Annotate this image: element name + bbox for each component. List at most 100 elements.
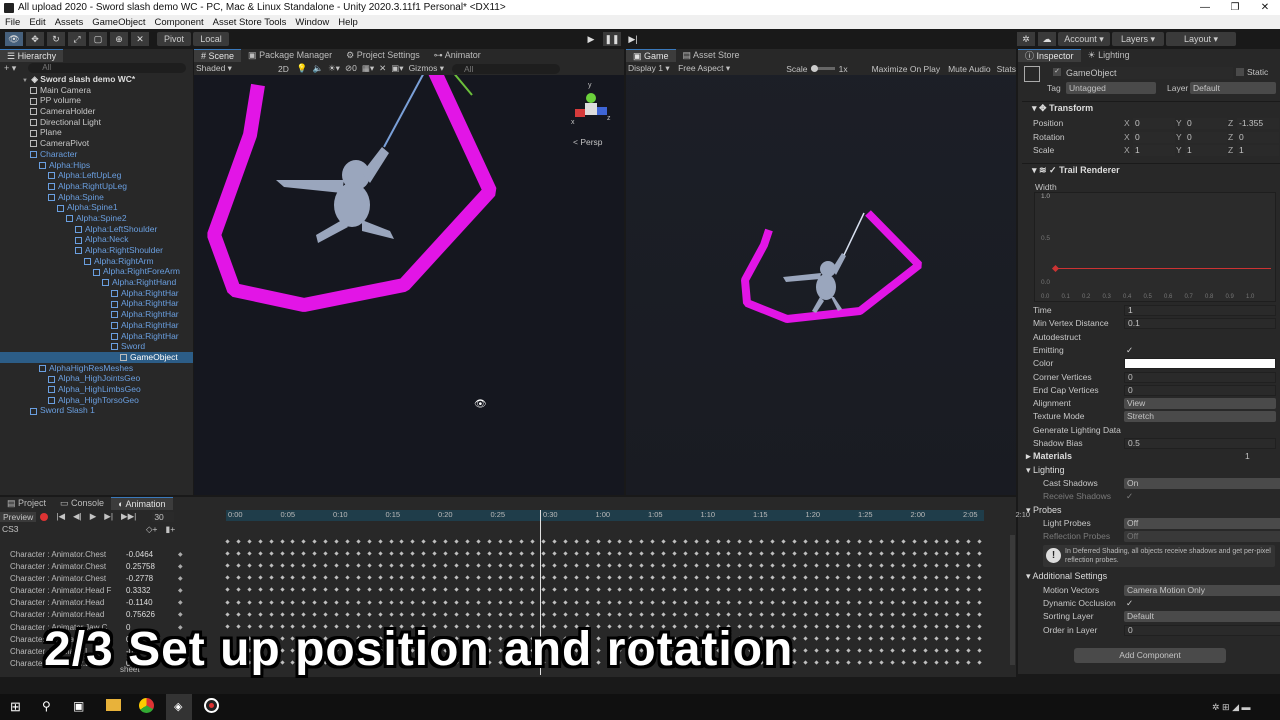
keyframe-marker[interactable] — [388, 587, 394, 593]
keyframe-marker[interactable] — [345, 551, 350, 556]
hierarchy-item[interactable]: Alpha:Spine — [0, 192, 193, 203]
reflection-probes-dropdown[interactable]: Off — [1124, 531, 1280, 542]
hierarchy-item[interactable]: Alpha:RightShoulder — [0, 245, 193, 256]
keyframe-marker[interactable] — [868, 624, 873, 629]
hierarchy-item[interactable]: Directional Light — [0, 117, 193, 128]
keyframe-marker[interactable] — [323, 611, 328, 617]
tab-console[interactable]: ▭ Console — [53, 497, 111, 510]
keyframe-marker[interactable] — [486, 599, 492, 605]
keyframe-marker[interactable] — [421, 611, 426, 617]
keyframe-marker[interactable] — [628, 539, 633, 544]
keyframe-marker[interactable] — [345, 611, 350, 617]
keyframe-marker[interactable] — [290, 599, 296, 605]
keyframe-marker[interactable] — [432, 539, 437, 544]
keyframe-marker[interactable] — [541, 551, 546, 556]
keyframe-marker[interactable] — [639, 551, 644, 556]
keyframe-marker[interactable] — [824, 624, 830, 629]
keyframe-marker[interactable] — [824, 660, 830, 665]
layers-dropdown[interactable]: Layers ▾ — [1112, 32, 1164, 46]
keyframe-marker[interactable] — [846, 575, 851, 580]
keyframe-marker[interactable] — [868, 575, 873, 580]
keyframe-marker[interactable] — [497, 587, 503, 593]
keyframe-marker[interactable] — [966, 563, 971, 568]
keyframe-marker[interactable] — [715, 587, 721, 593]
keyframe-marker[interactable] — [606, 611, 612, 617]
animation-property-row[interactable]: Character : Animator.Chest -0.2778 ◆ — [0, 573, 193, 585]
keyframe-marker[interactable] — [312, 563, 317, 568]
keyframe-marker[interactable] — [759, 575, 764, 580]
keyframe-marker[interactable] — [497, 551, 503, 556]
dynamic-occlusion-checkbox[interactable]: ✓ — [1126, 597, 1133, 610]
keyframe-marker[interactable] — [977, 636, 982, 641]
keyframe-marker[interactable] — [454, 551, 459, 556]
keyframe-marker[interactable] — [803, 648, 808, 653]
keyframe-marker[interactable] — [595, 599, 601, 605]
keyframe-marker[interactable] — [704, 599, 710, 605]
keyframe-marker[interactable] — [933, 587, 939, 593]
keyframe-marker[interactable] — [813, 587, 819, 593]
keyframe-marker[interactable] — [977, 551, 982, 556]
layer-dropdown[interactable]: Default — [1190, 82, 1276, 94]
keyframe-marker[interactable] — [367, 575, 372, 580]
keyframe-marker[interactable] — [301, 563, 306, 568]
keyframe-marker[interactable] — [410, 563, 415, 568]
keyframe-marker[interactable] — [334, 563, 339, 568]
additional-settings-header[interactable]: ▾ Additional Settings — [1022, 570, 1280, 583]
keyframe-marker[interactable] — [279, 599, 285, 605]
keyframe-marker[interactable] — [694, 587, 699, 593]
menu-asset-store-tools[interactable]: Asset Store Tools — [213, 17, 287, 28]
keyframe-marker[interactable] — [247, 575, 252, 580]
keyframe-marker[interactable] — [465, 551, 470, 556]
keyframe-marker[interactable] — [595, 575, 601, 580]
keyframe-marker[interactable] — [933, 660, 939, 665]
keyframe-marker[interactable] — [410, 575, 415, 580]
keyframe-marker[interactable] — [803, 660, 808, 665]
animation-property-value[interactable]: 0.3332 — [126, 585, 158, 597]
keyframe-marker[interactable] — [585, 539, 590, 544]
keyframe-marker[interactable] — [748, 539, 753, 544]
keyframe-marker[interactable] — [258, 611, 263, 617]
keyframe-marker[interactable] — [595, 539, 601, 544]
orientation-gizmo[interactable]: y z x — [569, 82, 615, 133]
gizmos-dropdown[interactable]: Gizmos ▾ — [409, 63, 444, 74]
animation-property-row[interactable]: Character : Animator.Head 0.75626 ◆ — [0, 609, 193, 621]
keyframe-marker[interactable] — [486, 563, 492, 568]
keyframe-marker[interactable] — [835, 551, 841, 556]
keyframe-marker[interactable] — [672, 539, 677, 544]
keyframe-marker[interactable] — [552, 575, 557, 580]
maximize-button[interactable]: ❐ — [1220, 0, 1250, 15]
keyframe-marker[interactable] — [476, 551, 481, 556]
keyframe-marker[interactable] — [901, 636, 906, 641]
animation-property-row[interactable]: Character : Animator.Chest 0.25758 ◆ — [0, 561, 193, 573]
tab-animator[interactable]: ⊶ Animator — [427, 49, 488, 62]
hierarchy-item[interactable]: Alpha:RightHar — [0, 320, 193, 331]
keyframe-marker[interactable] — [912, 563, 917, 568]
keyframe-marker[interactable] — [465, 539, 470, 544]
keyframe-marker[interactable] — [606, 551, 612, 556]
keyframe-marker[interactable] — [944, 636, 950, 641]
keyframe-marker[interactable] — [399, 587, 405, 593]
keyframe-marker[interactable] — [922, 648, 928, 653]
keyframe-marker[interactable] — [388, 551, 394, 556]
tab-game[interactable]: ▣ Game — [626, 49, 676, 62]
position-z-field[interactable]: -1.355 — [1237, 118, 1279, 129]
keyframe-marker[interactable] — [966, 611, 971, 617]
keyframe-marker[interactable] — [846, 563, 851, 568]
unity-taskbar-icon[interactable]: ◈ — [166, 694, 192, 720]
menu-file[interactable]: File — [5, 17, 20, 28]
keyframe-marker[interactable] — [868, 551, 873, 556]
keyframe-marker[interactable] — [835, 611, 841, 617]
keyframe-marker[interactable] — [345, 563, 350, 568]
keyframe-marker[interactable] — [846, 587, 851, 593]
keyframe-marker[interactable] — [508, 611, 514, 617]
keyframe-marker[interactable] — [977, 611, 982, 617]
keyframe-marker[interactable] — [290, 563, 296, 568]
keyframe-marker[interactable] — [476, 587, 481, 593]
keyframe-marker[interactable] — [704, 575, 710, 580]
trail-property-value[interactable]: Stretch — [1124, 411, 1276, 423]
keyframe-marker[interactable] — [966, 624, 971, 629]
tab-hierarchy[interactable]: ☰ Hierarchy — [0, 49, 64, 62]
keyframe-marker[interactable] — [585, 587, 590, 593]
keyframe-marker[interactable] — [944, 624, 950, 629]
keyframe-marker[interactable] — [650, 551, 655, 556]
